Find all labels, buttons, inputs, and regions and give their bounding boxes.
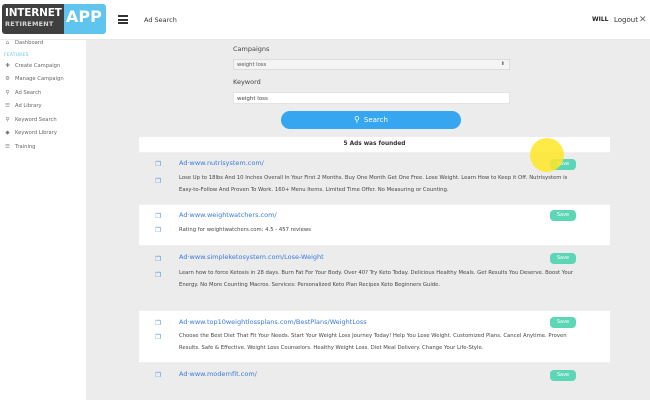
sidebar-item-keyword-library[interactable]: ◆ Keyword Library	[4, 130, 57, 139]
sidebar-item-manage-campaign[interactable]: ⚙ Manage Campaign	[4, 76, 64, 85]
sidebar-item-ad-library[interactable]: ☰ Ad Library	[4, 103, 42, 112]
app-logo[interactable]: INTERNET RETIREMENT APP	[2, 4, 106, 34]
campaign-select[interactable]: weight loss ⬍	[233, 59, 510, 70]
save-button[interactable]: Save	[550, 210, 576, 221]
sidebar-item-dashboard[interactable]: ⌂ Dashboard	[4, 40, 43, 49]
close-icon: ✕	[638, 15, 647, 25]
copy-icon[interactable]: ❐	[155, 319, 161, 327]
ad-description: Learn how to force Ketosis in 28 days. B…	[179, 270, 574, 288]
main-content: Campaigns weight loss ⬍ Keyword weight l…	[86, 40, 650, 400]
ad-row: ❐ ❐ Ad·www.weightwatchers.com/ Rating fo…	[139, 204, 610, 245]
search-button[interactable]: ⚲ Search	[281, 111, 461, 129]
ad-description: Rating for weightwatchers.com: 4.5 - 457…	[179, 227, 311, 233]
save-button[interactable]: Save	[550, 253, 576, 264]
ad-description: Choose the Best Diet That Fit Your Needs…	[179, 333, 567, 351]
sidebar-item-keyword-search[interactable]: ⚲ Keyword Search	[4, 117, 56, 126]
keyword-label: Keyword	[233, 78, 261, 86]
search-icon: ⚲	[354, 115, 360, 124]
results-panel: 5 Ads was founded ❐ ❐ Ad·www.nutrisystem…	[139, 137, 610, 400]
ad-link[interactable]: Ad·www.modernfit.com/	[179, 370, 257, 378]
ad-row: ❐ Ad·www.modernfit.com/ Save	[139, 362, 610, 400]
ad-row: ❐ ❐ Ad·www.simpleketosystem.com/Lose-Wei…	[139, 245, 610, 310]
list-icon: ☰	[5, 144, 10, 150]
copy-icon[interactable]: ❐	[155, 255, 161, 263]
sidebar-section-features: FEATURES	[4, 53, 29, 58]
ad-link[interactable]: Ad·www.weightwatchers.com/	[179, 211, 277, 219]
sidebar-item-create-campaign[interactable]: ✚ Create Campaign	[4, 63, 60, 72]
ad-link[interactable]: Ad·www.top10weightlossplans.com/BestPlan…	[179, 318, 367, 326]
ad-row: ❐ ❐ Ad·www.top10weightlossplans.com/Best…	[139, 310, 610, 362]
menu-toggle-icon[interactable]	[118, 15, 128, 24]
copy-icon[interactable]: ❐	[155, 212, 161, 220]
sidebar-item-ad-search[interactable]: ⚲ Ad Search	[4, 90, 41, 99]
copy-icon[interactable]: ❐	[155, 333, 161, 341]
campaigns-label: Campaigns	[233, 45, 270, 53]
sidebar: ⌂ Dashboard FEATURES ✚ Create Campaign ⚙ Ma…	[0, 40, 86, 400]
list-icon: ☰	[5, 103, 10, 109]
copy-icon[interactable]: ❐	[155, 226, 161, 234]
tag-icon: ◆	[5, 130, 10, 136]
top-bar: INTERNET RETIREMENT APP Ad Search WILL L…	[0, 0, 650, 40]
copy-icon[interactable]: ❐	[155, 177, 161, 185]
user-name: WILL	[592, 16, 609, 23]
cursor-highlight	[530, 138, 564, 172]
save-button[interactable]: Save	[550, 370, 576, 381]
cogs-icon: ⚙	[5, 76, 10, 82]
ad-description: Lose Up to 18lbs And 10 Inches Overall I…	[179, 175, 568, 193]
keyword-input[interactable]: weight loss	[233, 92, 510, 104]
copy-icon[interactable]: ❐	[155, 160, 161, 168]
home-icon: ⌂	[5, 40, 10, 46]
ad-link[interactable]: Ad·www.nutrisystem.com/	[179, 159, 264, 167]
logout-button[interactable]: Logout✕	[614, 15, 647, 25]
copy-icon[interactable]: ❐	[155, 371, 161, 379]
chevron-updown-icon: ⬍	[500, 61, 505, 67]
search-icon: ⚲	[5, 117, 10, 123]
plus-icon: ✚	[5, 63, 10, 69]
sidebar-item-training[interactable]: ☰ Training	[4, 144, 35, 153]
search-icon: ⚲	[5, 90, 10, 96]
copy-icon[interactable]: ❐	[155, 271, 161, 279]
page-title: Ad Search	[144, 16, 177, 24]
ad-link[interactable]: Ad·www.simpleketosystem.com/Lose-Weight	[179, 253, 324, 261]
save-button[interactable]: Save	[550, 317, 576, 328]
